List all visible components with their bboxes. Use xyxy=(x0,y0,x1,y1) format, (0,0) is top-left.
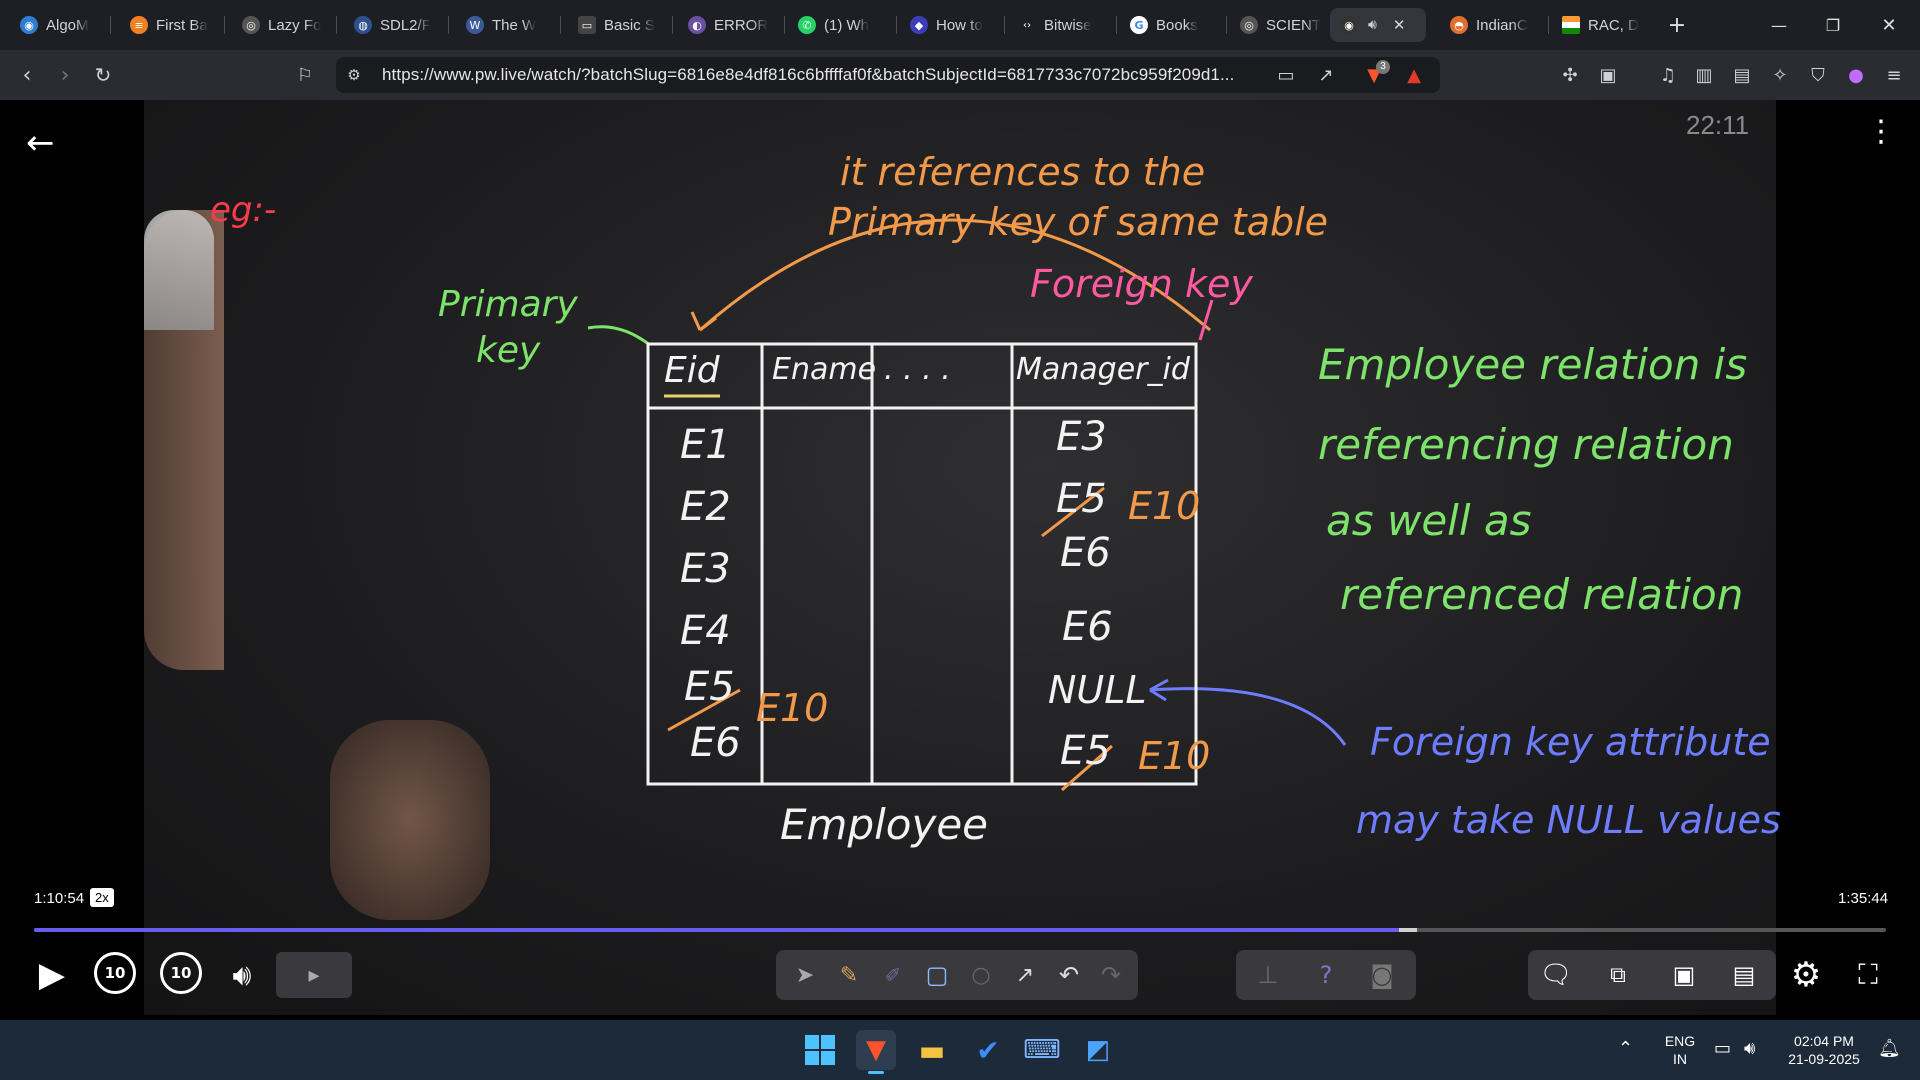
todo-icon[interactable]: ✔ xyxy=(968,1030,1008,1070)
clock-date: 21-09-2025 xyxy=(1788,1051,1860,1067)
col-manager-id: Manager_id xyxy=(1016,352,1190,387)
clock-time: 02:04 PM xyxy=(1794,1033,1854,1049)
col-eid: Eid xyxy=(664,350,720,391)
redo-icon[interactable]: ↷ xyxy=(1094,958,1128,992)
brave-taskbar-icon[interactable]: ▼ xyxy=(856,1030,896,1070)
fullscreen-icon[interactable]: ⛶ xyxy=(1846,952,1890,998)
forward-label: 10 xyxy=(170,964,192,982)
notification-bell-icon[interactable]: 🔔︎ xyxy=(1878,1040,1901,1058)
file-explorer-icon[interactable]: ▬ xyxy=(912,1030,952,1070)
manager-cell-struck: E5 xyxy=(1060,728,1111,774)
circle-icon[interactable]: ○ xyxy=(964,958,998,992)
manager-cell-struck: E5 xyxy=(1056,476,1107,522)
forward-10-button[interactable]: 10 xyxy=(160,952,202,994)
doubt-icon[interactable]: ? xyxy=(1306,958,1346,992)
eid-cell: E6 xyxy=(690,720,741,766)
col-dots: . . . . xyxy=(884,352,951,387)
col-ename: Ename xyxy=(772,352,877,387)
active-app-indicator xyxy=(868,1071,884,1074)
arc-text-line2: Primary key of same table xyxy=(828,200,1329,244)
chat-icon[interactable]: 🗨︎ xyxy=(1536,958,1576,992)
settings-icon[interactable]: ⚙ xyxy=(1784,952,1828,998)
note-line-2: referencing relation xyxy=(1318,420,1734,469)
progress-fill xyxy=(34,928,1399,932)
reference-arrowhead xyxy=(690,311,717,332)
eid-cell: E4 xyxy=(680,608,731,654)
presenter-tools-icon[interactable]: ▸ xyxy=(276,952,352,998)
buffered-segment xyxy=(1398,928,1418,932)
manager-cell: E6 xyxy=(1060,530,1111,576)
rectangle-icon[interactable]: ▢ xyxy=(920,958,954,992)
windows-logo xyxy=(805,1035,835,1065)
foreign-key-pointer xyxy=(1198,299,1214,341)
pen-icon[interactable]: ✐ xyxy=(876,958,910,992)
manager-cell: E6 xyxy=(1062,604,1113,650)
eid-cell: E2 xyxy=(680,484,731,530)
arc-text-line1: it references to the xyxy=(840,150,1206,194)
eid-cell: E3 xyxy=(680,546,731,592)
null-note-line-1: Foreign key attribute xyxy=(1370,720,1771,764)
keyboard-app-icon[interactable]: ⌨ xyxy=(1022,1030,1062,1070)
eid-cell: E1 xyxy=(680,422,731,468)
lang-line-1: ENG xyxy=(1664,1033,1696,1049)
note-line-4: referenced relation xyxy=(1340,570,1744,619)
arrow-tool-icon[interactable]: ↗ xyxy=(1008,958,1042,992)
speed-badge[interactable]: 2x xyxy=(90,888,114,907)
primary-key-label-2: key xyxy=(476,330,541,371)
clock[interactable]: 02:04 PM 21-09-2025 xyxy=(1782,1032,1866,1068)
eg-label: eg:- xyxy=(210,190,277,230)
windows-start-icon[interactable] xyxy=(800,1030,840,1070)
duration: 1:35:44 xyxy=(1838,890,1889,907)
primary-key-pointer xyxy=(587,325,651,347)
rewind-label: 10 xyxy=(104,964,126,982)
raise-hand-icon[interactable]: ⊥ xyxy=(1248,958,1288,992)
rewind-10-button[interactable]: 10 xyxy=(94,952,136,994)
note-line-1: Employee relation is xyxy=(1318,340,1748,389)
volume-icon[interactable]: 🔊︎ xyxy=(220,952,264,998)
notes-icon[interactable]: ▤ xyxy=(1724,958,1764,992)
undo-icon[interactable]: ↶ xyxy=(1052,958,1086,992)
primary-key-label-1: Primary xyxy=(438,284,578,325)
manager-cell-null: NULL xyxy=(1048,668,1147,712)
table-caption: Employee xyxy=(780,800,989,849)
highlighter-icon[interactable]: ✎ xyxy=(832,958,866,992)
eid-correction: E10 xyxy=(756,686,829,730)
tray-expand-icon[interactable]: ⌃ xyxy=(1618,1040,1633,1058)
right-toolbar: 🗨︎ ⧉ ▣ ▤ xyxy=(1528,950,1776,1000)
play-button[interactable]: ▶ xyxy=(30,952,74,998)
null-note-line-2: may take NULL values xyxy=(1356,798,1781,842)
language-indicator[interactable]: ENG IN xyxy=(1656,1032,1704,1068)
note-line-3: as well as xyxy=(1326,496,1532,545)
pointer-icon[interactable]: ➤ xyxy=(788,958,822,992)
network-icon[interactable]: ▭ xyxy=(1714,1040,1731,1058)
eid-cell-struck: E5 xyxy=(684,664,735,710)
progress-bar[interactable] xyxy=(34,928,1886,932)
volume-tray-icon[interactable]: 🔊︎ xyxy=(1744,1040,1755,1058)
manager-cell: E3 xyxy=(1056,414,1107,460)
current-time: 1:10:54 xyxy=(34,890,85,907)
slides-icon[interactable]: ▣ xyxy=(1664,958,1704,992)
annotation-toolbar: ➤ ✎ ✐ ▢ ○ ↗ ↶ ↷ xyxy=(776,950,1138,1000)
translate-icon[interactable]: ⧉ xyxy=(1598,958,1638,992)
camera-icon[interactable]: ◙ xyxy=(1362,958,1402,992)
manager-correction-2: E10 xyxy=(1138,734,1211,778)
photos-icon[interactable]: ◩ xyxy=(1078,1030,1118,1070)
manager-correction: E10 xyxy=(1128,484,1201,528)
lang-line-2: IN xyxy=(1673,1051,1687,1067)
foreign-key-label: Foreign key xyxy=(1030,262,1253,306)
interaction-toolbar: ⊥ ? ◙ xyxy=(1236,950,1416,1000)
